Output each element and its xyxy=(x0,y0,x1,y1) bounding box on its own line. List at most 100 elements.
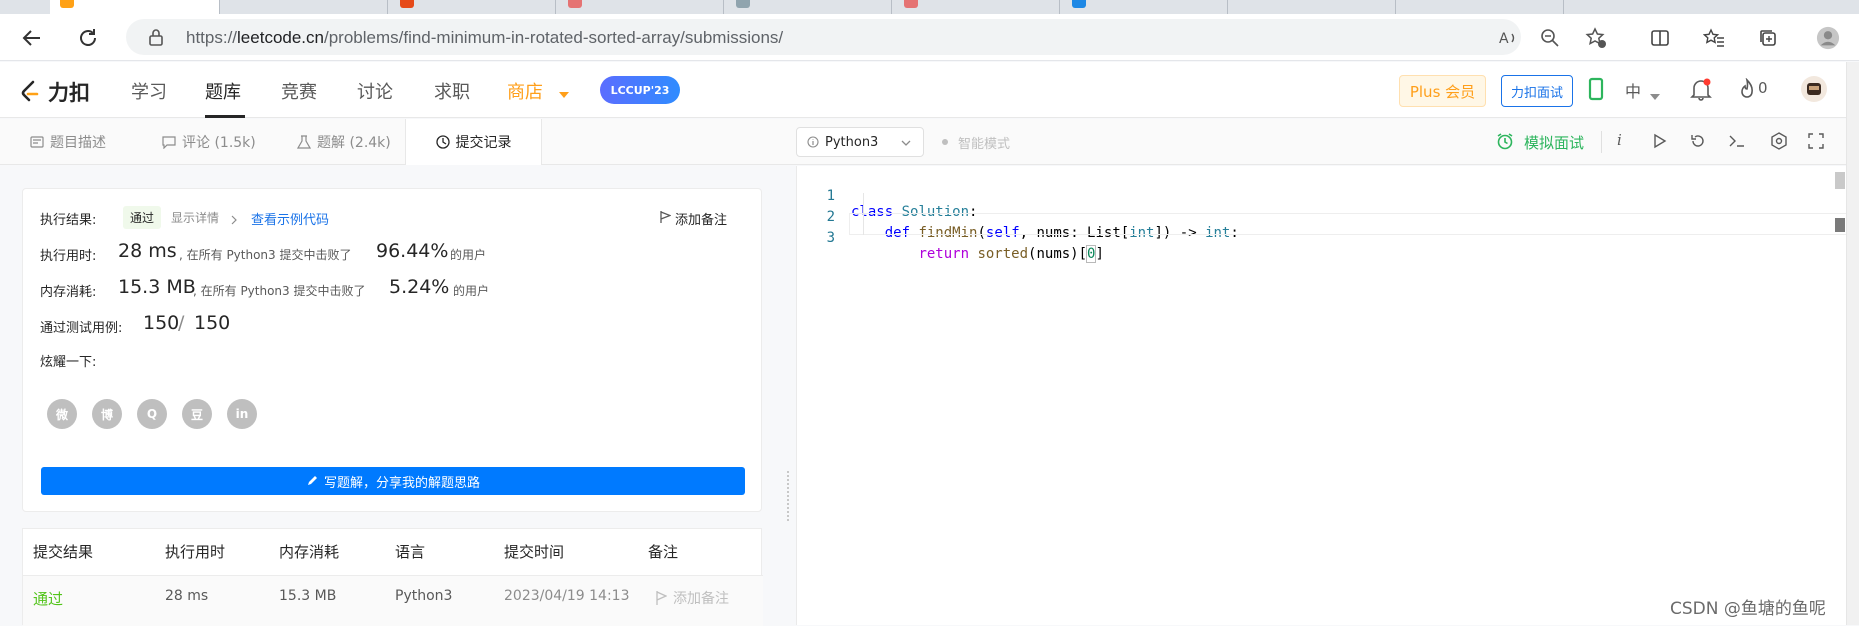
editor-cursor-marker xyxy=(1835,218,1845,232)
tests-label: 通过测试用例: xyxy=(40,321,123,336)
douban-icon[interactable]: 豆 xyxy=(182,399,212,429)
language-dropdown-icon[interactable] xyxy=(1650,85,1660,104)
browser-tab[interactable] xyxy=(724,0,892,14)
submissions-table: 提交结果 执行用时 内存消耗 语言 提交时间 备注 通过 28 ms 15.3 … xyxy=(22,528,763,626)
mock-interview-button[interactable]: 模拟面试 xyxy=(1524,132,1584,153)
code-editor[interactable]: 1 class Solution: 2 def findMin(self, nu… xyxy=(796,166,1847,625)
nav-problems[interactable]: 题库 xyxy=(205,78,241,104)
browser-tab[interactable] xyxy=(1060,0,1228,14)
lock-icon[interactable] xyxy=(148,28,164,50)
tab-description[interactable]: 题目描述 xyxy=(30,119,106,165)
browser-tab[interactable] xyxy=(220,0,388,14)
console-icon[interactable] xyxy=(1728,133,1746,153)
profile-avatar-icon[interactable] xyxy=(1816,26,1840,50)
browser-tab[interactable] xyxy=(556,0,724,14)
submission-panel: 执行结果: 通过 显示详情 查看示例代码 添加备注 执行用时: 28 ms , … xyxy=(0,166,782,626)
site-logo[interactable]: 力扣 xyxy=(20,77,90,107)
interview-button[interactable]: 力扣面试 xyxy=(1501,75,1573,107)
language-select[interactable]: Python3 xyxy=(796,127,924,157)
tab-comments-label: 评论 (1.5k) xyxy=(182,135,256,151)
runtime-beat-text: , 在所有 Python3 提交中击败了 xyxy=(179,248,352,262)
refresh-icon[interactable] xyxy=(74,24,102,52)
nav-learn[interactable]: 学习 xyxy=(131,78,167,104)
settings-icon[interactable] xyxy=(1770,132,1788,154)
language-toggle[interactable]: 中 xyxy=(1625,78,1641,102)
browser-tab[interactable] xyxy=(892,0,1060,14)
run-icon[interactable] xyxy=(1652,133,1668,153)
tab-comments[interactable]: 评论 (1.5k) xyxy=(162,119,256,165)
streak-fire-icon[interactable] xyxy=(1738,77,1756,104)
runtime-users-text: 的用户 xyxy=(450,248,487,262)
write-solution-button[interactable]: 写题解，分享我的解题思路 xyxy=(41,467,745,495)
browser-tab[interactable] xyxy=(1228,0,1396,14)
alarm-clock-icon[interactable] xyxy=(1496,132,1514,154)
drag-handle-icon xyxy=(787,471,789,521)
smart-mode-label[interactable]: 智能模式 xyxy=(958,133,1010,152)
reset-icon[interactable] xyxy=(1690,133,1706,153)
table-row[interactable] xyxy=(23,575,763,626)
weibo-icon[interactable]: 博 xyxy=(92,399,122,429)
nav-store[interactable]: 商店 xyxy=(507,78,543,104)
linkedin-icon[interactable]: in xyxy=(227,399,257,429)
browser-toolbar: https://leetcode.cn/problems/find-minimu… xyxy=(0,14,1859,61)
tab-description-label: 题目描述 xyxy=(50,135,106,151)
notification-bell-icon[interactable] xyxy=(1690,77,1712,105)
language-select-value: Python3 xyxy=(825,134,879,150)
status-badge: 通过 xyxy=(123,206,162,229)
info-italic-icon[interactable]: i xyxy=(1617,131,1622,149)
add-note-button[interactable]: 添加备注 xyxy=(675,209,727,228)
favorites-icon[interactable] xyxy=(1702,26,1726,50)
table-header: 语言 xyxy=(395,543,426,561)
mobile-app-icon[interactable] xyxy=(1588,77,1604,105)
flag-icon[interactable] xyxy=(659,209,672,228)
lccup-badge[interactable]: LCCUP'23 xyxy=(600,76,680,104)
info-icon xyxy=(807,136,819,148)
panel-resize-handle[interactable] xyxy=(782,166,796,625)
panel-tab-bar: 题目描述 评论 (1.5k) 题解 (2.4k) 提交记录 Python3 智能… xyxy=(0,119,1846,165)
store-dropdown-icon[interactable] xyxy=(558,84,570,103)
wechat-icon[interactable]: 微 xyxy=(47,399,77,429)
nav-discuss[interactable]: 讨论 xyxy=(357,78,393,104)
watermark: CSDN @鱼塘的鱼呢 xyxy=(1670,599,1826,619)
site-header: 力扣 学习 题库 竞赛 讨论 求职 商店 LCCUP'23 Plus 会员 力扣… xyxy=(0,62,1846,118)
nav-jobs[interactable]: 求职 xyxy=(434,78,470,104)
plus-member-button[interactable]: Plus 会员 xyxy=(1399,75,1486,107)
tab-solutions[interactable]: 题解 (2.4k) xyxy=(297,119,391,165)
chevron-down-icon xyxy=(901,140,911,146)
svg-text:A: A xyxy=(1499,31,1509,47)
nav-active-underline xyxy=(205,115,245,118)
address-bar[interactable]: https://leetcode.cn/problems/find-minimu… xyxy=(126,19,1521,55)
row-result-link[interactable]: 通过 xyxy=(33,588,63,609)
browser-tab[interactable] xyxy=(1396,0,1564,14)
runtime-value: 28 ms xyxy=(118,240,177,262)
split-screen-icon[interactable] xyxy=(1648,26,1672,50)
url-text: https://leetcode.cn/problems/find-minimu… xyxy=(186,28,784,47)
nav-contest[interactable]: 竞赛 xyxy=(281,78,317,104)
collections-icon[interactable] xyxy=(1756,26,1780,50)
read-aloud-icon[interactable]: A xyxy=(1496,26,1520,50)
pencil-icon xyxy=(307,476,317,485)
row-memory: 15.3 MB xyxy=(279,588,337,604)
back-icon[interactable] xyxy=(18,24,46,52)
result-label: 执行结果: xyxy=(40,213,97,228)
flag-icon[interactable] xyxy=(655,590,668,610)
editor-scrollbar-thumb[interactable] xyxy=(1835,172,1845,189)
leetcode-logo-icon xyxy=(21,80,39,102)
browser-tab-active[interactable] xyxy=(50,0,220,14)
user-avatar[interactable] xyxy=(1800,75,1828,107)
comment-icon xyxy=(162,136,176,149)
code-line: 2 def findMin(self, nums: List[int]) -> … xyxy=(797,193,1239,241)
page-scrollbar[interactable] xyxy=(1846,62,1859,625)
code-line: 1 class Solution: xyxy=(797,172,978,220)
tab-submissions[interactable]: 提交记录 xyxy=(405,119,542,165)
add-favorite-icon[interactable] xyxy=(1584,26,1608,50)
result-card: 执行结果: 通过 显示详情 查看示例代码 添加备注 执行用时: 28 ms , … xyxy=(22,188,762,512)
fullscreen-icon[interactable] xyxy=(1808,133,1824,153)
browser-tab[interactable] xyxy=(388,0,556,14)
view-sample-code-link[interactable]: 查看示例代码 xyxy=(251,209,329,228)
smart-mode-toggle-icon[interactable] xyxy=(942,139,948,145)
zoom-out-icon[interactable] xyxy=(1538,26,1562,50)
row-add-note-button[interactable]: 添加备注 xyxy=(673,588,729,608)
show-details-link[interactable]: 显示详情 xyxy=(171,209,219,226)
qq-icon[interactable]: Q xyxy=(137,399,167,429)
